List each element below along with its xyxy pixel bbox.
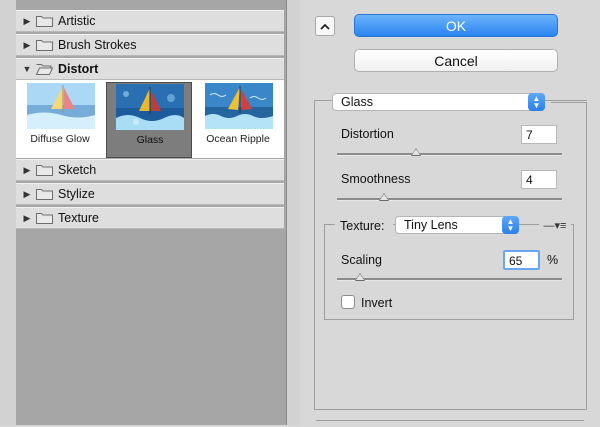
scaling-slider-track[interactable]	[337, 278, 562, 281]
category-artistic[interactable]: ▶ Artistic	[16, 10, 284, 32]
distortion-label: Distortion	[341, 127, 394, 141]
smoothness-slider-thumb[interactable]	[379, 193, 390, 201]
smoothness-label: Smoothness	[341, 172, 411, 186]
select-rule	[551, 102, 587, 103]
thumbnail-label: Glass	[136, 134, 164, 146]
distortion-slider-thumb[interactable]	[410, 148, 421, 156]
chevron-up-icon	[320, 23, 330, 30]
thumbnail-label: Diffuse Glow	[30, 133, 90, 145]
scaling-unit: %	[547, 253, 559, 267]
scaling-slider-thumb[interactable]	[354, 273, 365, 281]
scaling-label: Scaling	[341, 253, 382, 267]
cancel-button[interactable]: Cancel	[354, 49, 558, 72]
distortion-field[interactable]: 7	[521, 125, 557, 144]
disclosure-right-icon[interactable]: ▶	[18, 40, 36, 51]
category-distort[interactable]: ▼ Distort	[16, 58, 284, 80]
folder-icon	[36, 15, 53, 27]
scaling-field[interactable]: 65	[503, 250, 540, 270]
texture-menu-icon[interactable]: —▾≡	[539, 219, 571, 233]
folder-icon	[36, 164, 53, 176]
distortion-slider-track[interactable]	[337, 153, 562, 156]
thumbnail-ocean-ripple[interactable]: Ocean Ripple	[195, 82, 281, 158]
folder-icon	[36, 188, 53, 200]
ocean-ripple-preview	[205, 83, 273, 129]
thumbnail-label: Ocean Ripple	[206, 133, 270, 145]
select-arrows-icon: ▲ ▼	[502, 216, 519, 234]
category-texture[interactable]: ▶ Texture	[16, 207, 284, 229]
glass-preview	[116, 84, 184, 130]
category-label: Distort	[58, 62, 99, 76]
collapse-gallery-button[interactable]	[315, 16, 335, 36]
disclosure-right-icon[interactable]: ▶	[18, 165, 36, 176]
folder-icon	[36, 39, 53, 51]
disclosure-down-icon[interactable]: ▼	[18, 64, 36, 74]
invert-label: Invert	[361, 296, 393, 310]
category-label: Sketch	[58, 163, 97, 177]
smoothness-slider-track[interactable]	[337, 198, 562, 201]
panel-divider	[316, 420, 584, 427]
disclosure-right-icon[interactable]: ▶	[18, 16, 36, 27]
category-stylize[interactable]: ▶ Stylize	[16, 183, 284, 205]
filter-select[interactable]: Glass ▲ ▼	[332, 93, 545, 111]
diffuse-glow-preview	[27, 83, 95, 129]
ok-button[interactable]: OK	[354, 14, 558, 37]
category-label: Artistic	[58, 14, 96, 28]
texture-select-value: Tiny Lens	[404, 218, 458, 232]
disclosure-right-icon[interactable]: ▶	[18, 189, 36, 200]
thumbnail-glass[interactable]: Glass	[106, 82, 192, 158]
disclosure-right-icon[interactable]: ▶	[18, 213, 36, 224]
category-brush-strokes[interactable]: ▶ Brush Strokes	[16, 34, 284, 56]
texture-label: Texture:	[340, 219, 385, 233]
texture-select[interactable]: Tiny Lens ▲ ▼	[395, 216, 519, 234]
thumbnail-diffuse-glow[interactable]: Diffuse Glow	[17, 82, 103, 158]
category-sketch[interactable]: ▶ Sketch	[16, 159, 284, 181]
folder-icon	[36, 212, 53, 224]
category-label: Brush Strokes	[58, 38, 137, 52]
select-arrows-icon: ▲ ▼	[528, 93, 545, 111]
category-label: Texture	[58, 211, 99, 225]
smoothness-field[interactable]: 4	[521, 170, 557, 189]
open-folder-icon	[36, 63, 53, 75]
filter-select-value: Glass	[341, 95, 373, 109]
category-label: Stylize	[58, 187, 95, 201]
invert-checkbox[interactable]	[341, 295, 355, 309]
